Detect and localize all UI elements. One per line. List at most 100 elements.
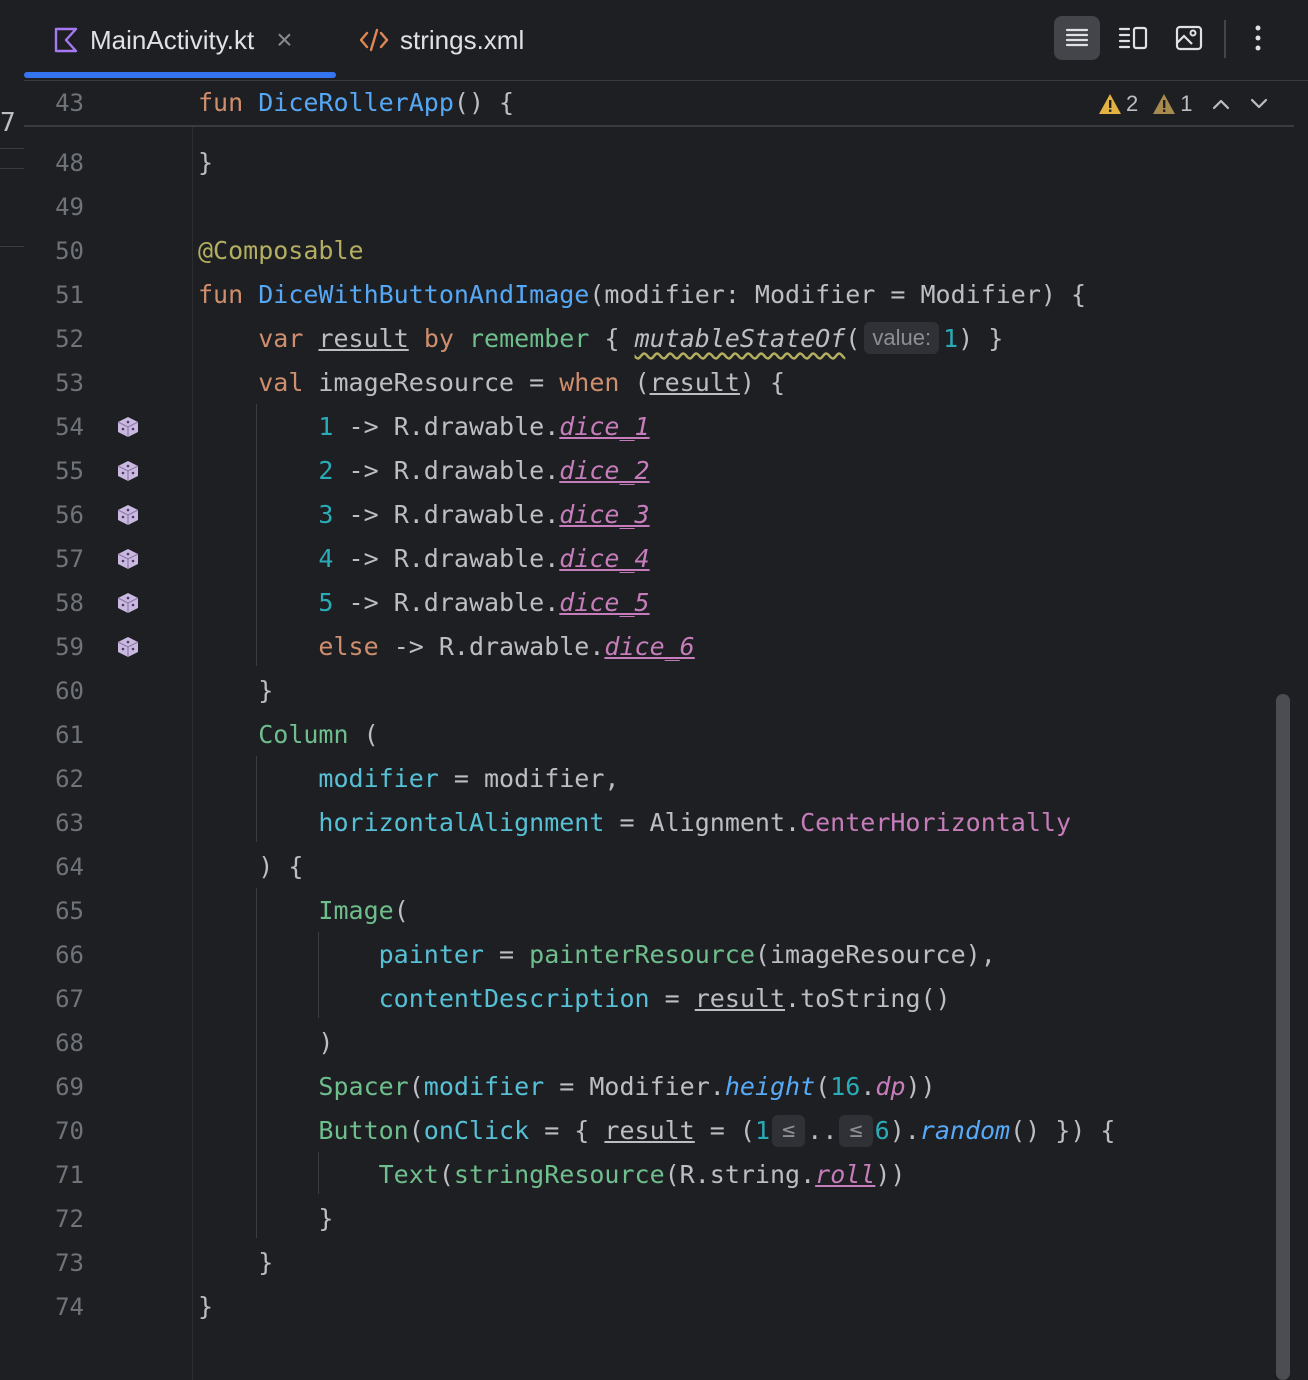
function-call: stringResource: [453, 1160, 665, 1189]
function-name: DiceRollerApp: [258, 88, 454, 117]
resource-reference[interactable]: dice_6: [604, 632, 694, 661]
function-call: Spacer: [318, 1072, 409, 1101]
code-line: 49: [24, 185, 1284, 229]
next-problem-button[interactable]: [1249, 97, 1269, 111]
named-argument: onClick: [423, 1116, 530, 1145]
line-number: 63: [55, 809, 84, 837]
line-number: 71: [55, 1161, 84, 1189]
number: 1: [318, 412, 334, 441]
code-token: = (: [694, 1116, 755, 1145]
code-token: }: [318, 1204, 334, 1233]
keyword: fun: [198, 280, 244, 309]
code-text: }: [198, 669, 273, 713]
extension-function: random: [919, 1116, 1011, 1145]
chevron-up-icon: [1212, 99, 1229, 110]
code-token: ) }: [958, 324, 1004, 353]
number: 16: [830, 1072, 861, 1101]
function-call: Image: [318, 896, 394, 925]
resource-reference[interactable]: dice_2: [559, 456, 649, 485]
code-text: Column (: [198, 713, 378, 757]
code-text: }: [198, 148, 214, 177]
code-view-icon: [1065, 28, 1089, 47]
code-token: -> R.drawable.: [333, 456, 560, 485]
resource-reference[interactable]: dice_1: [559, 412, 649, 441]
code-text: }: [198, 1197, 333, 1241]
dice-resource-icon[interactable]: [116, 547, 140, 571]
previous-problem-button[interactable]: [1211, 97, 1231, 111]
line-number: 66: [55, 941, 84, 969]
dice-resource-icon[interactable]: [116, 415, 140, 439]
line-number: 54: [55, 413, 84, 441]
code-text: horizontalAlignment = Alignment.CenterHo…: [198, 801, 1071, 845]
code-token: (: [815, 1072, 831, 1101]
line-number: 55: [55, 457, 84, 485]
dice-resource-icon[interactable]: [116, 591, 140, 615]
code-line: 60 }: [24, 669, 1284, 713]
more-options-button[interactable]: [1240, 16, 1276, 60]
property: CenterHorizontally: [800, 808, 1072, 837]
code-token: }: [198, 1292, 214, 1321]
code-token: }: [258, 676, 274, 705]
keyword: var: [258, 324, 304, 353]
code-token: }: [258, 1248, 274, 1277]
number: 6: [874, 1116, 890, 1145]
code-text: 1 -> R.drawable.dice_1: [198, 405, 649, 449]
tab-label: MainActivity.kt: [90, 24, 255, 55]
function-call: remember: [468, 324, 590, 353]
split-view-button[interactable]: [1110, 16, 1156, 60]
line-number: 62: [55, 765, 84, 793]
code-token: (imageResource),: [754, 940, 996, 969]
code-line: 50 @Composable: [24, 229, 1284, 273]
line-number: 70: [55, 1117, 84, 1145]
keyword: by: [423, 324, 454, 353]
code-view-button[interactable]: [1054, 16, 1100, 60]
code-text: fun DiceRollerApp() {: [198, 81, 514, 125]
code-token: = {: [529, 1116, 605, 1145]
line-number: 50: [55, 237, 84, 265]
code-text: 4 -> R.drawable.dice_4: [198, 537, 649, 581]
resource-reference[interactable]: dice_4: [559, 544, 649, 573]
keyword: fun: [198, 88, 244, 117]
tab-strings-xml[interactable]: strings.xml: [358, 0, 524, 80]
code-token: ..: [807, 1116, 838, 1145]
design-view-button[interactable]: [1166, 16, 1212, 60]
resource-reference[interactable]: dice_5: [559, 588, 649, 617]
dice-resource-icon[interactable]: [116, 503, 140, 527]
keyword: when: [559, 368, 620, 397]
line-number: 56: [55, 501, 84, 529]
close-icon[interactable]: ×: [276, 24, 292, 56]
parameter-hint: value:: [864, 322, 940, 354]
code-text: Button(onClick = { result = (1 ≤.. ≤6).ran…: [198, 1109, 1115, 1153]
code-token: )): [875, 1160, 906, 1189]
tab-mainactivity[interactable]: MainActivity.kt ×: [52, 0, 293, 80]
code-token: (: [619, 368, 650, 397]
weak-warnings-count[interactable]: 1: [1152, 91, 1193, 117]
code-line: 73 }: [24, 1241, 1284, 1285]
code-text: }: [198, 1241, 273, 1285]
line-number: 53: [55, 369, 84, 397]
vertical-scrollbar[interactable]: [1276, 694, 1290, 1380]
resource-reference[interactable]: roll: [815, 1160, 875, 1189]
code-line: 62 modifier = modifier,: [24, 757, 1284, 801]
code-text: val imageResource = when (result) {: [198, 361, 785, 405]
code-token: )): [905, 1072, 936, 1101]
line-number: 57: [55, 545, 84, 573]
dice-resource-icon[interactable]: [116, 635, 140, 659]
code-line: 65 Image(: [24, 889, 1284, 933]
warnings-count[interactable]: 2: [1098, 91, 1138, 117]
resource-reference[interactable]: dice_3: [559, 500, 649, 529]
line-number: 68: [55, 1029, 84, 1057]
code-text: ) {: [198, 845, 303, 889]
xml-file-icon: [358, 26, 390, 54]
function-call: Column: [258, 720, 349, 749]
line-number: 60: [55, 677, 84, 705]
inspection-widget[interactable]: 2 1: [1084, 84, 1294, 124]
named-argument: modifier: [423, 1072, 545, 1101]
annotation: @Composable: [198, 236, 364, 265]
code-line: 72 }: [24, 1197, 1284, 1241]
code-text: Spacer(modifier = Modifier.height(16.dp)…: [198, 1065, 936, 1109]
dice-resource-icon[interactable]: [116, 459, 140, 483]
code-line: 67 contentDescription = result.toString(…: [24, 977, 1284, 1021]
warnings-number: 2: [1126, 91, 1139, 116]
extension-property: dp: [875, 1072, 906, 1101]
